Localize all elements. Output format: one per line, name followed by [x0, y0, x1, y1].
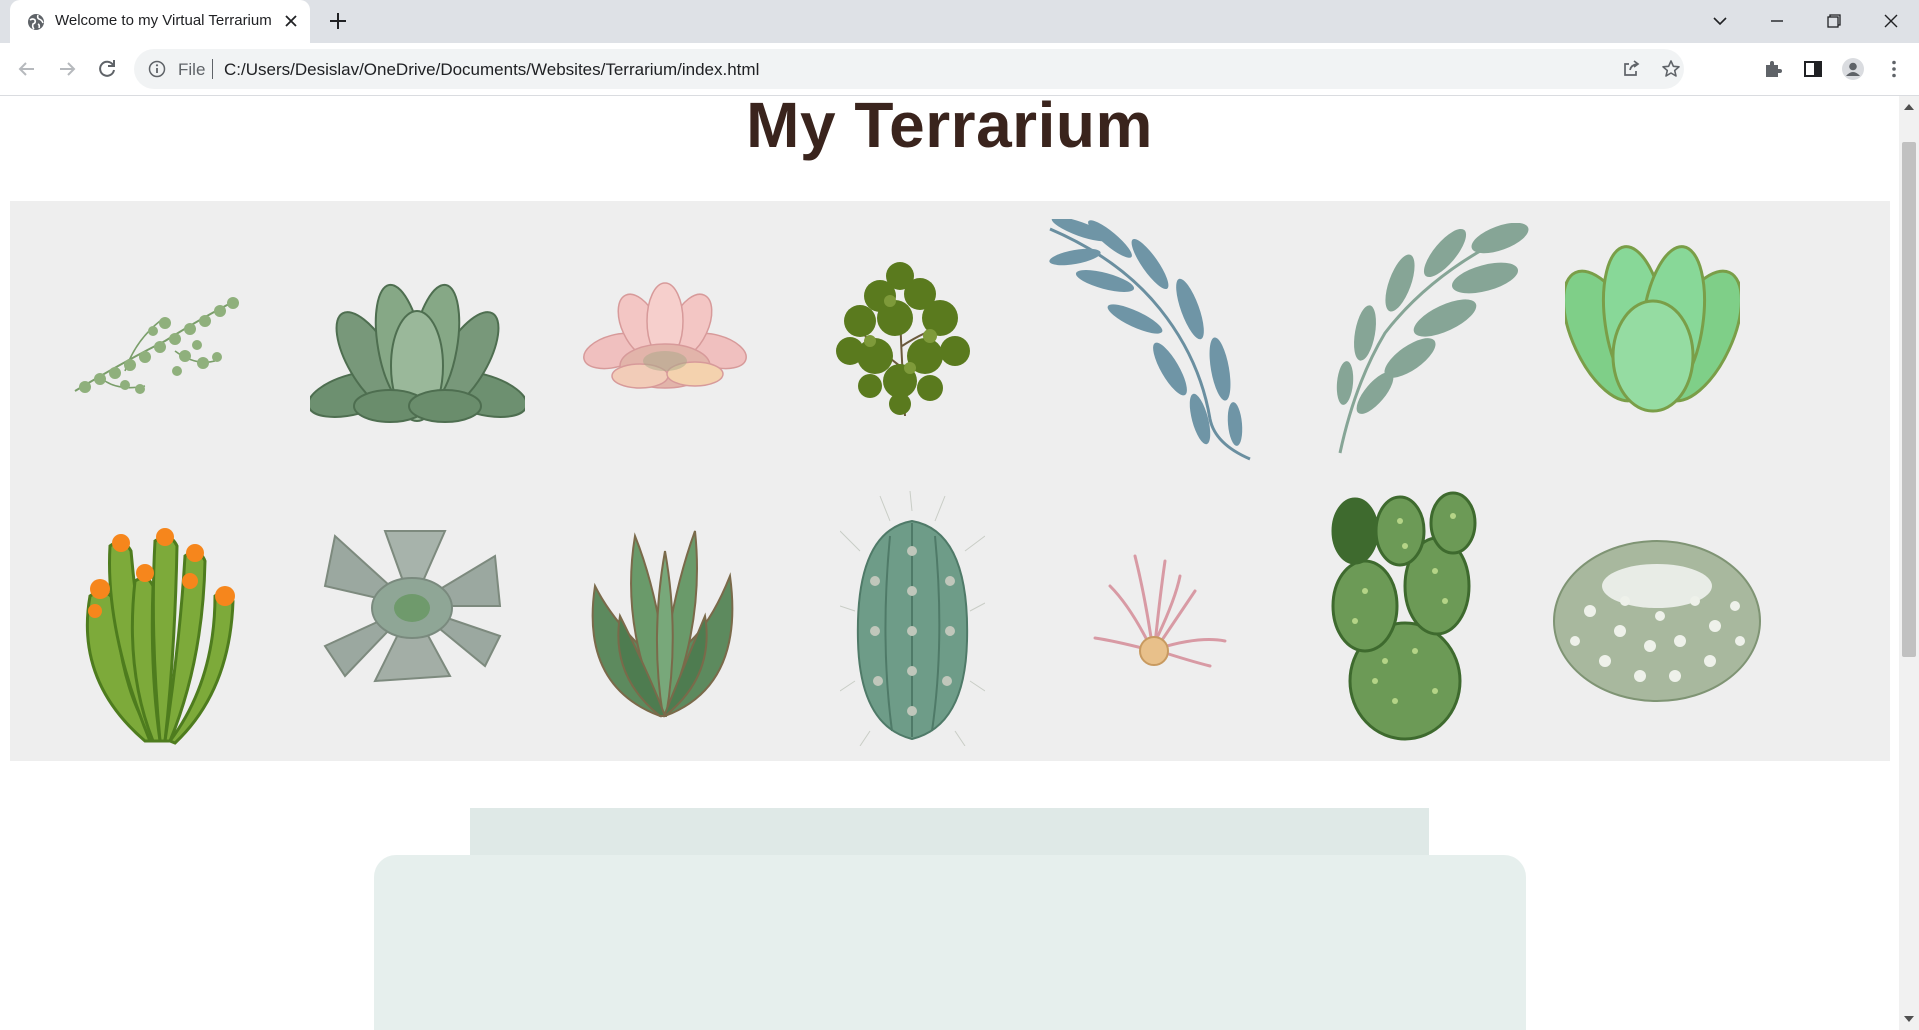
address-url[interactable]: C:/Users/Desislav/OneDrive/Documents/Web… — [224, 60, 759, 80]
profile-avatar-icon[interactable] — [1841, 57, 1865, 81]
kebab-menu-icon[interactable] — [1882, 57, 1906, 81]
blue-eucalyptus-branch-plant[interactable] — [1040, 219, 1260, 464]
page-title: My Terrarium — [746, 96, 1153, 161]
aloe-plant[interactable] — [580, 526, 745, 721]
scroll-up-arrow-icon[interactable] — [1899, 100, 1919, 114]
sage-eucalyptus-branch-plant[interactable] — [1325, 223, 1535, 458]
vertical-scrollbar[interactable] — [1899, 96, 1919, 1030]
side-panel-icon[interactable] — [1801, 57, 1825, 81]
page-viewport: My Terrarium — [0, 96, 1899, 1030]
close-tab-icon[interactable] — [282, 12, 300, 30]
site-info-icon[interactable] — [148, 60, 166, 78]
address-separator — [212, 59, 213, 79]
prickly-pear-cactus-plant[interactable] — [1325, 491, 1480, 741]
address-scheme-label: File — [178, 60, 206, 79]
leafy-shrub-plant[interactable] — [830, 256, 980, 421]
restore-icon[interactable] — [1821, 8, 1847, 34]
terrarium-jar-body — [374, 855, 1526, 1030]
forward-arrow-icon[interactable] — [55, 57, 79, 81]
address-bar[interactable]: File C:/Users/Desislav/OneDrive/Document… — [134, 49, 1684, 89]
terrarium-jar-top — [470, 808, 1429, 856]
scrollbar-thumb[interactable] — [1902, 142, 1916, 657]
extensions-puzzle-icon[interactable] — [1761, 57, 1785, 81]
gray-rosette-plant[interactable] — [315, 526, 510, 686]
close-window-icon[interactable] — [1878, 8, 1904, 34]
reload-icon[interactable] — [95, 57, 119, 81]
green-echeveria-plant[interactable] — [310, 266, 525, 436]
scroll-down-arrow-icon[interactable] — [1899, 1012, 1919, 1026]
share-icon[interactable] — [1621, 59, 1641, 79]
tab-search-chevron-icon[interactable] — [1707, 8, 1733, 34]
new-tab-icon[interactable] — [326, 9, 350, 33]
pink-succulent-plant[interactable] — [580, 266, 750, 401]
string-of-pearls-plant[interactable] — [65, 281, 250, 406]
barrel-cactus-plant[interactable] — [1550, 531, 1765, 706]
globe-icon — [28, 14, 44, 30]
tab-welcome[interactable]: Welcome to my Virtual Terrarium — [10, 0, 310, 43]
air-plant[interactable] — [1090, 546, 1230, 671]
tab-title: Welcome to my Virtual Terrarium — [55, 12, 272, 29]
plant-holder — [10, 201, 1890, 761]
tab-strip: Welcome to my Virtual Terrarium — [0, 0, 1919, 43]
browser-toolbar: File C:/Users/Desislav/OneDrive/Document… — [0, 43, 1919, 96]
minimize-icon[interactable] — [1764, 8, 1790, 34]
columnar-cactus-plant[interactable] — [840, 491, 985, 746]
back-arrow-icon[interactable] — [15, 57, 39, 81]
bookmark-star-icon[interactable] — [1661, 59, 1681, 79]
jade-succulent-plant[interactable] — [1565, 241, 1740, 426]
flowering-cactus-plant[interactable] — [65, 501, 240, 746]
